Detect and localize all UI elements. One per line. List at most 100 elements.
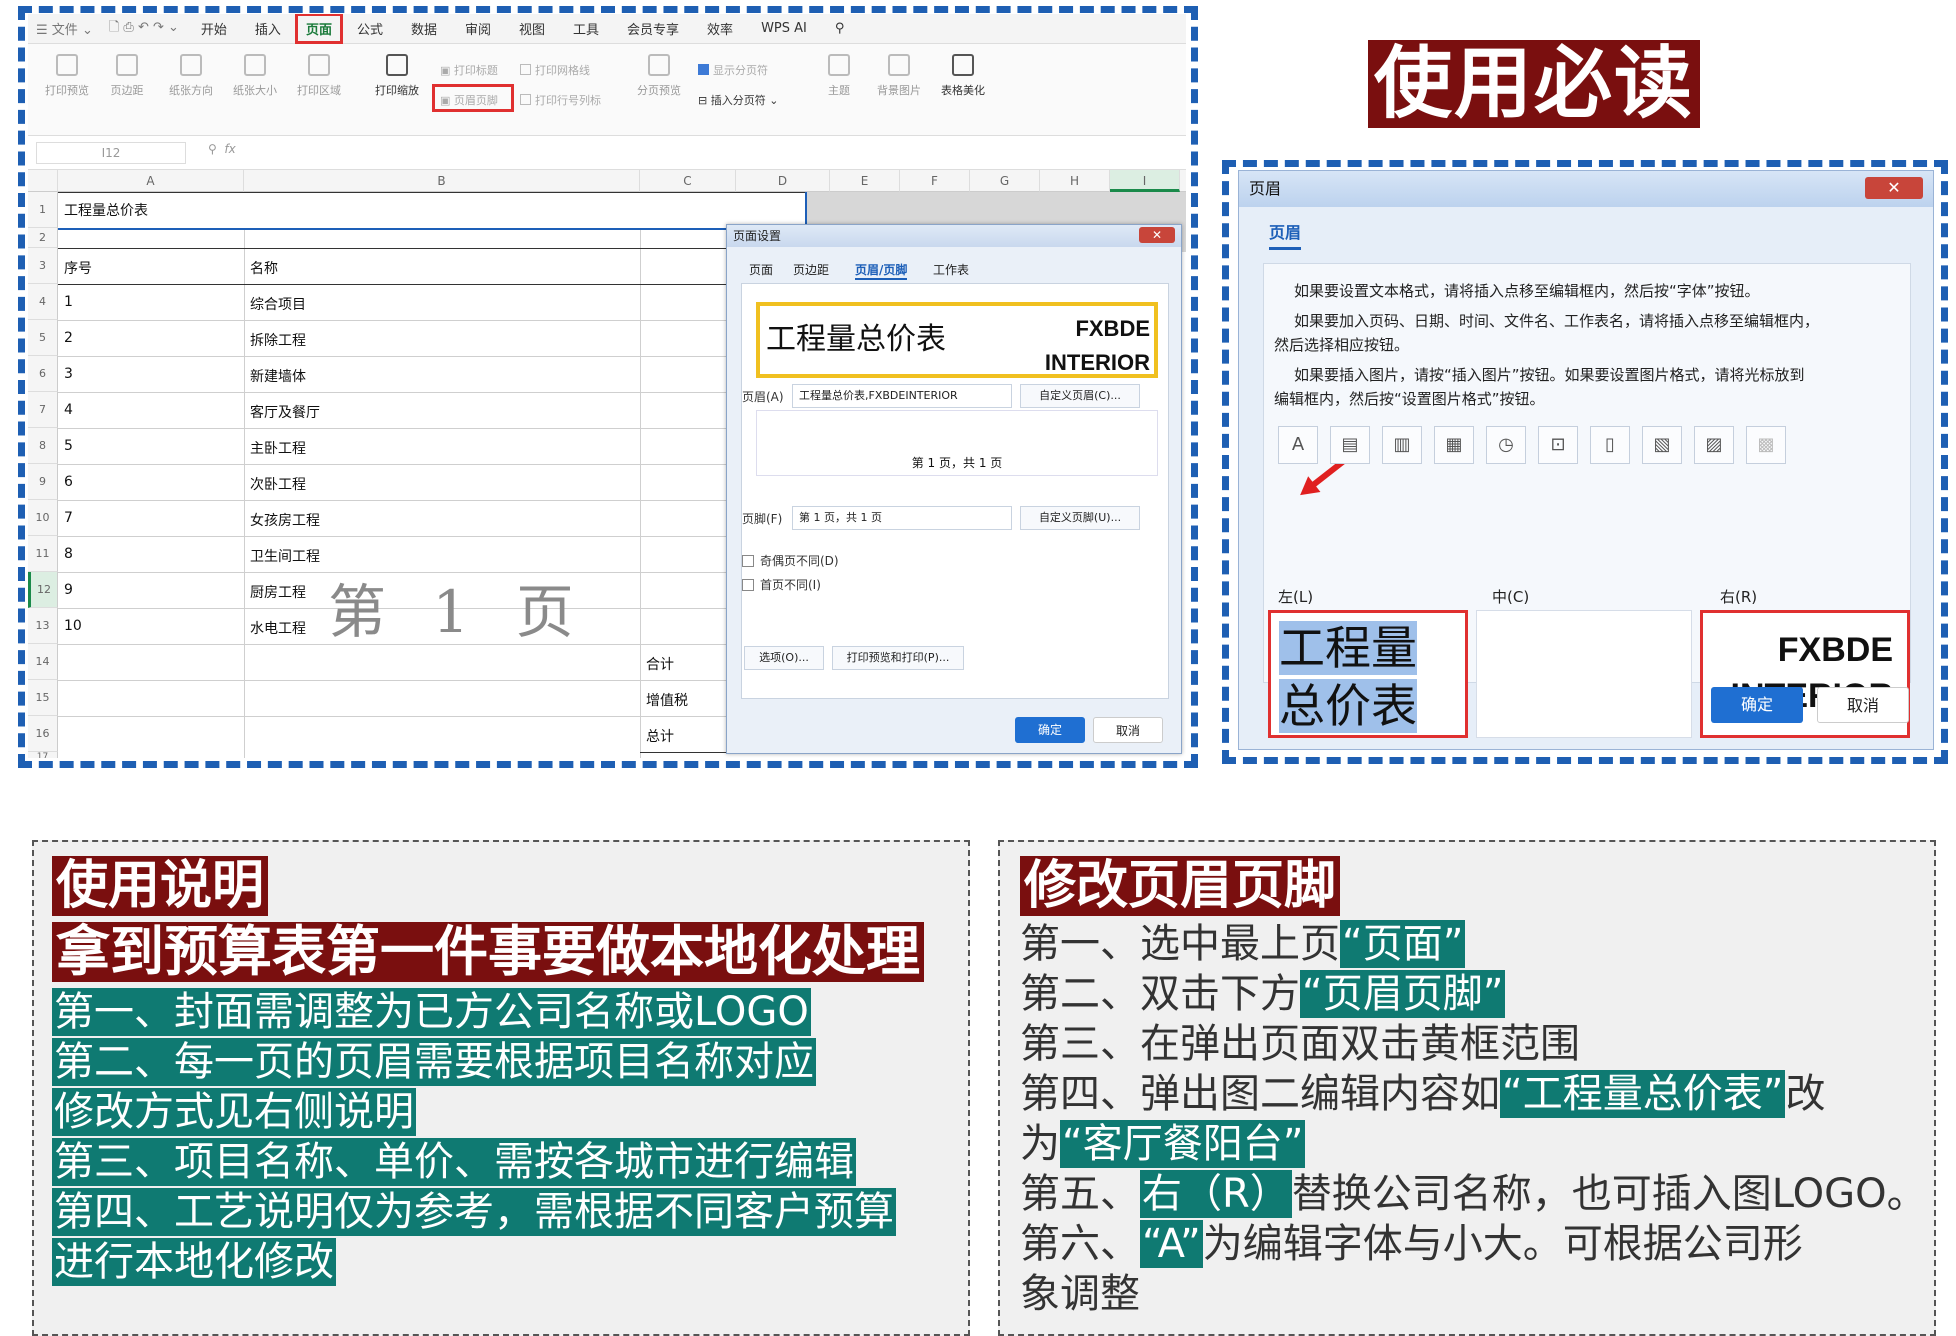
item-name-cell[interactable]: 新建墙体 (246, 366, 306, 386)
quick-access-icons[interactable]: 🗋 ⎙ ↶ ↷ ⌄ (101, 18, 187, 40)
tab-page[interactable]: 页面 (749, 261, 773, 278)
insert-page-break-button[interactable]: ⊟ 插入分页符 ⌄ (698, 92, 778, 108)
column-header-e[interactable]: E (830, 170, 900, 192)
item-number-cell[interactable]: 5 (60, 438, 73, 454)
print-gridlines-checkbox[interactable]: 打印网格线 (520, 62, 590, 78)
font-icon[interactable]: A (1278, 426, 1318, 464)
sheet-title-cell[interactable]: 工程量总价表 (60, 200, 148, 220)
column-header-g[interactable]: G (970, 170, 1040, 192)
print-area-button[interactable]: 打印区域 (288, 54, 350, 98)
item-number-cell[interactable]: 2 (60, 330, 73, 346)
show-page-breaks-checkbox[interactable]: 显示分页符 (698, 62, 768, 78)
ok-button[interactable]: 确定 (1711, 687, 1803, 723)
beautify-button[interactable]: 表格美化 (932, 54, 994, 98)
first-page-checkbox[interactable]: 首页不同(I) (742, 576, 821, 593)
header-select[interactable]: 工程量总价表,FXBDEINTERIOR (792, 384, 1012, 408)
row-header[interactable]: 3 (28, 248, 58, 284)
column-header-i[interactable]: I (1110, 170, 1180, 192)
item-name-cell[interactable]: 拆除工程 (246, 330, 306, 350)
row-header[interactable]: 15 (28, 680, 58, 716)
page-number-icon[interactable]: ▤ (1330, 426, 1370, 464)
item-name-cell[interactable]: 客厅及餐厅 (246, 402, 320, 422)
total-label-cell[interactable]: 合计 (642, 654, 674, 674)
menu-member[interactable]: 会员专享 (613, 19, 693, 38)
print-titles-button[interactable]: ▣ 打印标题 (440, 62, 498, 78)
item-number-cell[interactable]: 1 (60, 294, 73, 310)
item-name-cell[interactable]: 综合项目 (246, 294, 306, 314)
row-header[interactable]: 7 (28, 392, 58, 428)
row-header[interactable]: 17 (28, 752, 58, 758)
row-header[interactable]: 10 (28, 500, 58, 536)
custom-footer-button[interactable]: 自定义页脚(U)... (1020, 506, 1140, 530)
print-scale-button[interactable]: 打印缩放 (366, 54, 428, 98)
header-name-cell[interactable]: 名称 (246, 258, 278, 278)
menu-data[interactable]: 数据 (397, 19, 451, 38)
row-header[interactable]: 14 (28, 644, 58, 680)
print-row-col-checkbox[interactable]: 打印行号列标 (520, 92, 601, 108)
item-number-cell[interactable]: 3 (60, 366, 73, 382)
row-header[interactable]: 6 (28, 356, 58, 392)
menu-home[interactable]: 开始 (187, 19, 241, 38)
column-header-f[interactable]: F (900, 170, 970, 192)
options-button[interactable]: 选项(O)... (744, 646, 824, 670)
item-number-cell[interactable]: 8 (60, 546, 73, 562)
page-count-icon[interactable]: ▥ (1382, 426, 1422, 464)
item-number-cell[interactable]: 6 (60, 474, 73, 490)
column-header-d[interactable]: D (736, 170, 830, 192)
menu-efficiency[interactable]: 效率 (693, 19, 747, 38)
footer-select[interactable]: 第 1 页，共 1 页 (792, 506, 1012, 530)
format-picture-icon[interactable]: ▩ (1746, 426, 1786, 464)
menu-insert[interactable]: 插入 (241, 19, 295, 38)
print-preview-button[interactable]: 打印预览 (36, 54, 98, 98)
row-header[interactable]: 2 (28, 228, 58, 248)
menu-review[interactable]: 审阅 (451, 19, 505, 38)
tab-worksheet[interactable]: 工作表 (933, 261, 969, 278)
menu-file[interactable]: ☰ 文件 ⌄ (28, 19, 101, 38)
row-header[interactable]: 1 (28, 192, 58, 228)
row-header[interactable]: 8 (28, 428, 58, 464)
insert-picture-icon[interactable]: ▨ (1694, 426, 1734, 464)
cancel-button[interactable]: 取消 (1093, 717, 1163, 743)
column-header-j[interactable]: J (1180, 170, 1186, 192)
row-header[interactable]: 16 (28, 716, 58, 752)
print-preview-and-print-button[interactable]: 打印预览和打印(P)... (832, 646, 964, 670)
time-icon[interactable]: ◷ (1486, 426, 1526, 464)
column-header-c[interactable]: C (640, 170, 736, 192)
item-number-cell[interactable]: 9 (60, 582, 73, 598)
search-icon[interactable]: ⚲ (821, 21, 859, 36)
item-name-cell[interactable]: 卫生间工程 (246, 546, 320, 566)
item-name-cell[interactable]: 次卧工程 (246, 474, 306, 494)
custom-header-button[interactable]: 自定义页眉(C)... (1020, 384, 1140, 408)
orientation-button[interactable]: 纸张方向 (160, 54, 222, 98)
item-number-cell[interactable]: 7 (60, 510, 73, 526)
footer-preview[interactable]: 第 1 页，共 1 页 (756, 410, 1158, 476)
tab-margins[interactable]: 页边距 (793, 261, 829, 278)
menu-page[interactable]: 页面 (294, 14, 343, 44)
paper-size-button[interactable]: 纸张大小 (224, 54, 286, 98)
column-header-h[interactable]: H (1040, 170, 1110, 192)
item-number-cell[interactable]: 10 (60, 618, 82, 634)
theme-button[interactable]: 主题 (808, 54, 870, 98)
center-section-editor[interactable] (1476, 610, 1692, 738)
row-header[interactable]: 9 (28, 464, 58, 500)
row-header[interactable]: 11 (28, 536, 58, 572)
menu-formula[interactable]: 公式 (343, 19, 397, 38)
corner-cell[interactable] (28, 170, 58, 192)
name-box[interactable]: I12 (36, 142, 186, 164)
row-header[interactable]: 5 (28, 320, 58, 356)
row-header[interactable]: 13 (28, 608, 58, 644)
menu-view[interactable]: 视图 (505, 19, 559, 38)
vat-label-cell[interactable]: 增值税 (642, 690, 688, 710)
item-name-cell[interactable]: 女孩房工程 (246, 510, 320, 530)
left-section-editor[interactable]: 工程量 总价表 (1268, 610, 1468, 738)
date-icon[interactable]: ▦ (1434, 426, 1474, 464)
row-header[interactable]: 4 (28, 284, 58, 320)
item-name-cell[interactable]: 主卧工程 (246, 438, 306, 458)
close-icon[interactable]: ✕ (1139, 227, 1175, 243)
menu-tools[interactable]: 工具 (559, 19, 613, 38)
header-seq-cell[interactable]: 序号 (60, 258, 92, 278)
margins-button[interactable]: 页边距 (96, 54, 158, 98)
file-name-icon[interactable]: ▯ (1590, 426, 1630, 464)
column-header-a[interactable]: A (58, 170, 244, 192)
item-number-cell[interactable]: 4 (60, 402, 73, 418)
